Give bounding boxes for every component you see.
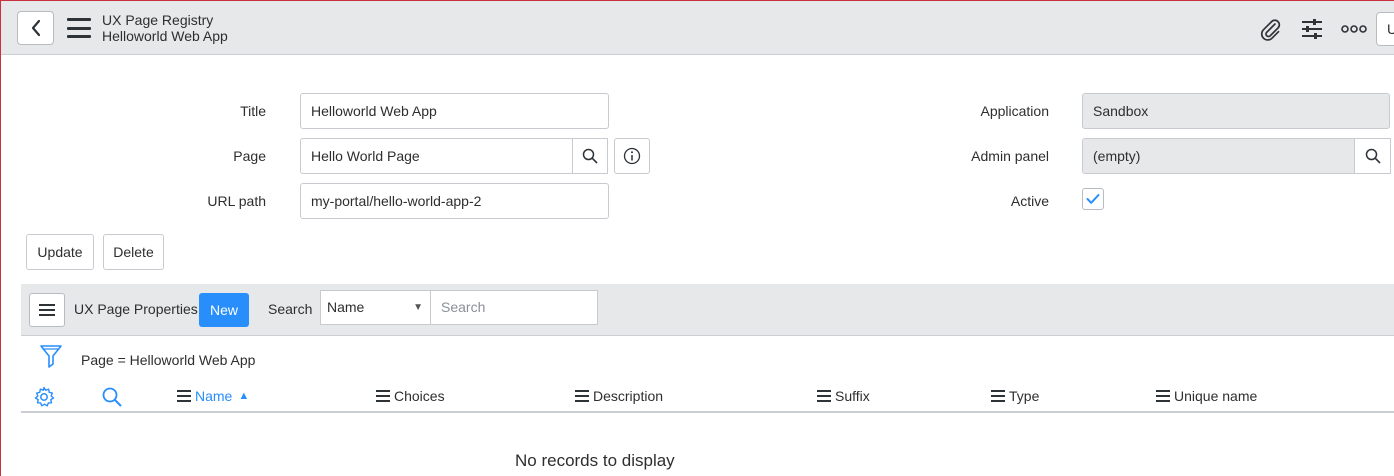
column-unique-name[interactable]: Unique name	[1156, 388, 1257, 404]
related-list-title: UX Page Properties	[74, 301, 198, 317]
filter-icon[interactable]	[39, 343, 63, 369]
column-menu-icon[interactable]	[376, 390, 390, 402]
dropdown-arrow-icon: ▼	[413, 302, 423, 313]
column-description-label[interactable]: Description	[593, 388, 663, 404]
url-path-label: URL path	[207, 193, 266, 209]
column-description[interactable]: Description	[575, 388, 663, 404]
column-name-label[interactable]: Name	[195, 388, 232, 404]
sliders-icon[interactable]	[1299, 16, 1325, 42]
search-icon	[582, 148, 598, 164]
search-field-value: Name	[327, 299, 365, 315]
column-choices[interactable]: Choices	[376, 388, 445, 404]
delete-button[interactable]: Delete	[103, 234, 164, 270]
application-field: Sandbox	[1082, 93, 1390, 129]
admin-panel-lookup-button[interactable]	[1354, 138, 1391, 174]
page-label: Page	[233, 148, 266, 164]
column-suffix-label[interactable]: Suffix	[835, 388, 870, 404]
url-path-field[interactable]: my-portal/hello-world-app-2	[300, 183, 609, 219]
column-menu-icon[interactable]	[991, 390, 1005, 402]
title-field[interactable]: Helloworld Web App	[300, 93, 609, 129]
column-menu-icon[interactable]	[817, 390, 831, 402]
back-button[interactable]	[17, 11, 54, 45]
page-info-button[interactable]	[614, 138, 650, 174]
more-icon[interactable]	[1341, 16, 1367, 42]
column-name[interactable]: Name ▲	[177, 388, 249, 404]
list-settings-icon[interactable]	[33, 386, 55, 411]
paperclip-icon[interactable]	[1257, 16, 1283, 42]
header-title: UX Page Registry	[102, 12, 214, 28]
list-menu-button[interactable]	[29, 293, 65, 327]
list-search-icon[interactable]	[101, 386, 123, 411]
active-label: Active	[1010, 193, 1049, 209]
related-list-toolbar: UX Page Properties New Search Name ▼ Sea…	[21, 284, 1394, 336]
form-menu-icon[interactable]	[67, 18, 91, 38]
application-label: Application	[980, 103, 1050, 119]
info-icon	[623, 147, 641, 165]
column-choices-label[interactable]: Choices	[394, 388, 445, 404]
search-input[interactable]: Search	[430, 290, 598, 325]
column-header-row: Name ▲ Choices Description Suffix Type U…	[21, 383, 1394, 413]
sort-ascending-icon: ▲	[238, 390, 250, 402]
header-subtitle: Helloworld Web App	[102, 28, 228, 44]
page-field[interactable]: Hello World Page	[300, 138, 574, 174]
column-suffix[interactable]: Suffix	[817, 388, 870, 404]
search-label: Search	[268, 301, 313, 317]
title-label: Title	[240, 103, 266, 119]
column-menu-icon[interactable]	[575, 390, 589, 402]
column-unique-name-label[interactable]: Unique name	[1174, 388, 1257, 404]
search-field-select[interactable]: Name ▼	[320, 290, 431, 325]
admin-panel-field[interactable]: (empty)	[1082, 138, 1356, 174]
form-header: UX Page Registry Helloworld Web App U	[1, 1, 1394, 55]
search-icon	[1365, 148, 1381, 164]
empty-list-message: No records to display	[515, 451, 675, 470]
column-type[interactable]: Type	[991, 388, 1039, 404]
active-checkbox[interactable]	[1082, 188, 1104, 210]
column-type-label[interactable]: Type	[1009, 388, 1039, 404]
page-lookup-button[interactable]	[572, 138, 608, 174]
update-button[interactable]: Update	[26, 234, 94, 270]
checkmark-icon	[1086, 194, 1100, 204]
new-button[interactable]: New	[199, 293, 249, 327]
admin-panel-label: Admin panel	[971, 148, 1049, 164]
header-action-button[interactable]: U	[1376, 12, 1394, 46]
column-menu-icon[interactable]	[1156, 390, 1170, 402]
column-menu-icon[interactable]	[177, 390, 191, 402]
chevron-left-icon	[31, 19, 40, 37]
filter-breadcrumb[interactable]: Page = Helloworld Web App	[81, 352, 255, 368]
